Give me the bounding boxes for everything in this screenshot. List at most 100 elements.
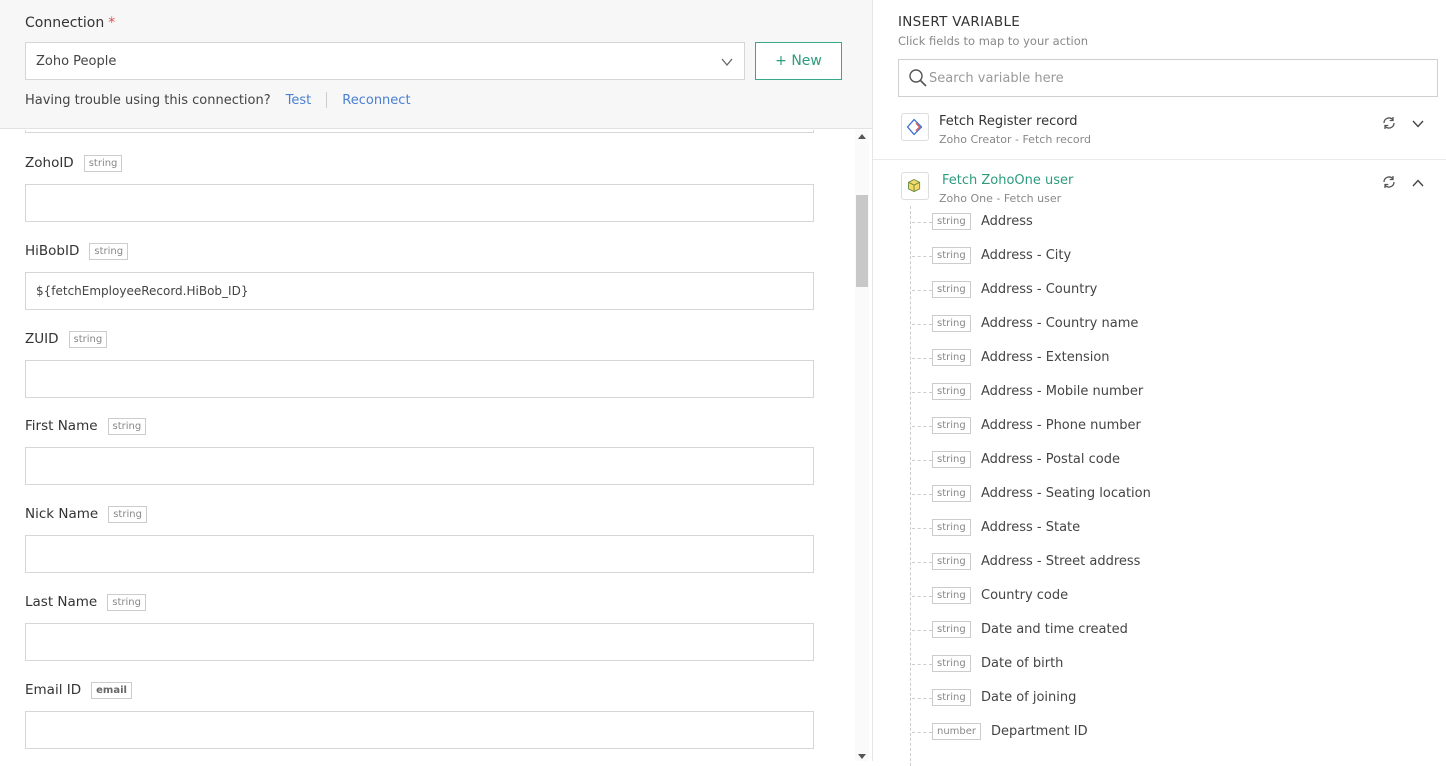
chevron-up-icon[interactable] [1411,176,1425,190]
variable-name: Date of birth [981,656,1064,671]
chevron-down-icon [721,58,733,67]
type-badge: string [932,281,971,298]
variable-name: Date and time created [981,622,1128,637]
type-badge: string [932,621,971,638]
insert-variable-panel: INSERT VARIABLE Click fields to map to y… [873,0,1446,766]
search-icon [909,69,927,87]
variable-name: Address [981,214,1033,229]
nick-name-input[interactable] [25,535,814,573]
variable-name: Address - Mobile number [981,384,1144,399]
connection-section: Connection * Zoho People + New Having tro… [0,0,872,129]
variable-item[interactable]: string Address - Country name [873,307,1446,341]
type-badge: string [932,689,971,706]
connection-select[interactable]: Zoho People [25,42,745,80]
variable-item[interactable]: string Address - Extension [873,341,1446,375]
variable-item[interactable]: string Country code [873,579,1446,613]
variable-item[interactable]: string Address - Mobile number [873,375,1446,409]
connection-select-value: Zoho People [36,54,117,69]
type-badge: string [932,315,971,332]
action-config-pane: Connection * Zoho People + New Having tro… [0,0,872,761]
type-badge: string [107,417,147,435]
field-nick-name: Nick Name string [25,504,814,573]
zohoid-input[interactable] [25,184,814,222]
connection-label: Connection * [25,15,115,31]
variable-item[interactable]: string Date of joining [873,681,1446,715]
scroll-up-arrow-icon[interactable] [858,134,866,139]
variable-item[interactable]: string Address - Postal code [873,443,1446,477]
type-badge: string [108,505,147,523]
source-title: Fetch Register record [939,114,1078,129]
refresh-icon[interactable] [1381,174,1397,190]
variable-name: Address - Street address [981,554,1141,569]
test-link[interactable]: Test [286,93,312,108]
variable-item[interactable]: string Address [873,205,1446,239]
scrollbar-thumb[interactable] [856,195,868,287]
variable-item[interactable]: string Date and time created [873,613,1446,647]
field-label: ZohoID [25,155,74,171]
zuid-input[interactable] [25,360,814,398]
variable-name: Department ID [991,724,1088,739]
variable-item[interactable]: string Address - Seating location [873,477,1446,511]
field-hibobid: HiBobID string ${fetchEmployeeRecord.HiBo… [25,241,814,310]
variable-name: Address - Country name [981,316,1139,331]
type-badge: string [932,349,971,366]
zoho-one-icon [901,172,929,200]
trouble-text: Having trouble using this connection? [25,92,271,108]
variable-name: Address - Country [981,282,1098,297]
connection-help: Having trouble using this connection? Te… [25,92,411,108]
variable-search-input[interactable]: Search variable here [898,59,1438,97]
source-title: Fetch ZohoOne user [942,173,1074,188]
type-badge: string [932,485,971,502]
field-email-id: Email ID email [25,680,814,749]
type-badge: string [932,655,971,672]
variable-item[interactable]: string Address - Country [873,273,1446,307]
refresh-icon[interactable] [1381,115,1397,131]
email-id-input[interactable] [25,711,814,749]
variable-item[interactable]: string Address - State [873,511,1446,545]
field-label: Nick Name [25,506,99,522]
field-label: First Name [25,418,98,434]
insert-variable-title: INSERT VARIABLE [898,14,1021,30]
new-connection-button[interactable]: + New [755,42,842,80]
variable-name: Address - Extension [981,350,1110,365]
field-last-name: Last Name string [25,592,814,661]
variable-item[interactable]: string Address - Street address [873,545,1446,579]
reconnect-link[interactable]: Reconnect [342,93,410,108]
field-label: ZUID [25,331,59,347]
field-zohoid: ZohoID string [25,153,814,222]
type-badge: number [932,723,982,740]
source-divider [873,159,1446,160]
insert-variable-subtitle: Click fields to map to your action [898,34,1089,48]
field-label: Email ID [25,682,82,698]
field-zuid: ZUID string [25,329,814,398]
chevron-down-icon[interactable] [1411,117,1425,131]
type-badge: string [107,593,146,611]
type-badge: string [932,587,971,604]
type-badge: string [932,383,971,400]
zoho-creator-icon [901,113,929,141]
variable-item[interactable]: string Address - Phone number [873,409,1446,443]
variable-name: Address - Seating location [981,486,1151,501]
form-scrollbar[interactable] [855,130,869,761]
type-badge: string [932,519,971,536]
last-name-input[interactable] [25,623,814,661]
type-badge: string [932,417,971,434]
field-label: Last Name [25,594,98,610]
variable-name: Address - Postal code [981,452,1120,467]
variable-item[interactable]: string Date of birth [873,647,1446,681]
source-subtitle: Zoho Creator - Fetch record [939,133,1091,146]
source-subtitle: Zoho One - Fetch user [939,192,1062,205]
partial-input-field[interactable] [25,130,814,133]
first-name-input[interactable] [25,447,814,485]
type-badge: string [932,247,971,264]
hibobid-input[interactable]: ${fetchEmployeeRecord.HiBob_ID} [25,272,814,310]
variable-name: Address - Phone number [981,418,1141,433]
field-form: ZohoID string HiBobID string ${fetchEmploy… [0,130,852,761]
type-badge: string [68,330,108,348]
scroll-down-arrow-icon[interactable] [858,754,866,759]
field-label: HiBobID [25,243,80,259]
variable-name: Country code [981,588,1069,603]
variable-item[interactable]: string Address - City [873,239,1446,273]
variable-name: Date of joining [981,690,1077,705]
variable-item[interactable]: number Department ID [873,715,1446,749]
